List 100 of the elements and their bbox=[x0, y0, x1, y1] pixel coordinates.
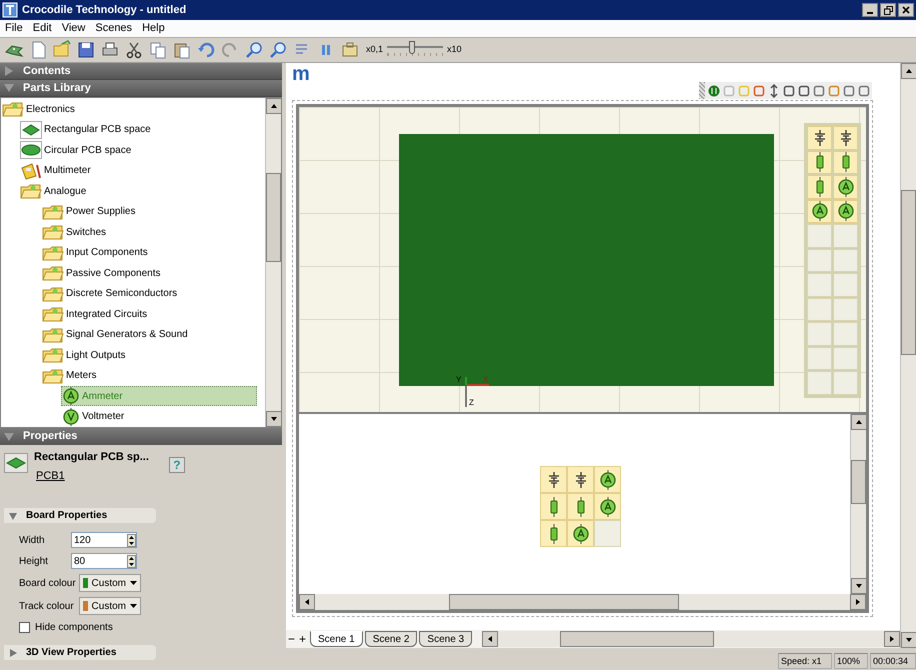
scroll-down-icon[interactable] bbox=[901, 632, 916, 648]
restore-button[interactable] bbox=[880, 3, 896, 17]
section-header[interactable]: Contents bbox=[0, 63, 282, 80]
tree-item[interactable]: Meters bbox=[41, 366, 101, 386]
resistor-icon bbox=[548, 496, 558, 516]
checkbox[interactable] bbox=[19, 622, 30, 633]
scrollbar[interactable] bbox=[265, 98, 281, 427]
scrollbar[interactable] bbox=[482, 631, 900, 647]
app-icon bbox=[2, 2, 18, 18]
tree-item[interactable]: Integrated Circuits bbox=[41, 304, 152, 324]
tool-button[interactable] bbox=[813, 84, 825, 98]
bin-slot[interactable] bbox=[807, 126, 832, 150]
toolbar-button[interactable] bbox=[76, 40, 96, 60]
bin-slot[interactable] bbox=[540, 466, 567, 493]
scene-tab[interactable]: Scene 1 bbox=[310, 631, 363, 647]
colour-dropdown[interactable]: Custom bbox=[79, 574, 141, 592]
tree-item[interactable]: Voltmeter bbox=[61, 406, 128, 427]
scroll-up-icon[interactable] bbox=[851, 414, 867, 430]
section-header[interactable]: Parts Library bbox=[0, 80, 282, 97]
canvas[interactable]: m Y X Z − + Scene 1 Scene 2 Scene 3 bbox=[286, 63, 900, 648]
menu-item[interactable]: Scenes bbox=[95, 20, 132, 37]
tree-item[interactable]: Signal Generators & Sound bbox=[41, 324, 192, 345]
scrollbar[interactable] bbox=[299, 594, 866, 610]
tool-button[interactable] bbox=[798, 84, 810, 98]
bin-slot[interactable] bbox=[833, 126, 858, 150]
scroll-right-icon[interactable] bbox=[850, 594, 866, 610]
tree-item[interactable]: Switches bbox=[41, 222, 110, 242]
bin-slot[interactable] bbox=[594, 493, 621, 520]
window-title: Crocodile Technology - untitled bbox=[22, 2, 188, 18]
tree-item[interactable]: Light Outputs bbox=[41, 345, 130, 366]
scene-tab[interactable]: Scene 2 bbox=[364, 631, 418, 647]
scroll-up-icon[interactable] bbox=[266, 98, 282, 114]
minimize-button[interactable] bbox=[862, 3, 878, 17]
tool-button[interactable] bbox=[843, 84, 855, 98]
scroll-left-icon[interactable] bbox=[299, 594, 315, 610]
tool-button[interactable] bbox=[858, 84, 870, 98]
scroll-thumb[interactable] bbox=[448, 594, 679, 610]
scene-control[interactable]: − bbox=[286, 633, 297, 645]
section-header[interactable]: 3D View Properties bbox=[4, 645, 156, 660]
menu-item[interactable]: Help bbox=[142, 20, 165, 37]
menu-item[interactable]: View bbox=[62, 20, 86, 37]
number-field[interactable]: 120 bbox=[71, 532, 137, 548]
tree-item[interactable]: Input Components bbox=[41, 242, 152, 263]
bin-slot[interactable] bbox=[567, 466, 594, 493]
scroll-thumb[interactable] bbox=[901, 190, 916, 356]
component-name: Rectangular PCB sp... bbox=[34, 450, 149, 465]
number-field[interactable]: 80 bbox=[71, 553, 137, 569]
scrollbar[interactable] bbox=[900, 63, 916, 648]
bin-slot[interactable] bbox=[540, 493, 567, 520]
menu-item[interactable]: Edit bbox=[32, 20, 52, 37]
scroll-down-icon[interactable] bbox=[851, 578, 867, 594]
menu-item[interactable]: File bbox=[5, 20, 23, 37]
tree-item[interactable]: Power Supplies bbox=[41, 202, 140, 222]
scroll-thumb[interactable] bbox=[560, 631, 714, 647]
slider-thumb[interactable] bbox=[409, 41, 416, 54]
scene-tab[interactable]: Scene 3 bbox=[419, 631, 472, 647]
bin-slot[interactable] bbox=[807, 200, 832, 223]
tool-button[interactable] bbox=[768, 84, 780, 98]
bin-slot[interactable] bbox=[540, 520, 567, 547]
tree-item[interactable]: Rectangular PCB space bbox=[19, 120, 155, 140]
scroll-up-icon[interactable] bbox=[901, 63, 916, 79]
bin-slot[interactable] bbox=[567, 493, 594, 520]
scrollbar[interactable] bbox=[850, 414, 866, 594]
scroll-left-icon[interactable] bbox=[482, 631, 498, 647]
component-id-link[interactable]: PCB1 bbox=[36, 468, 149, 484]
tool-button[interactable] bbox=[783, 84, 795, 98]
tree-item[interactable]: Analogue bbox=[19, 181, 90, 202]
toolbar-button[interactable] bbox=[268, 40, 288, 60]
tree-item[interactable]: Multimeter bbox=[19, 160, 95, 181]
scroll-thumb[interactable] bbox=[851, 460, 866, 504]
bin-slot[interactable] bbox=[833, 150, 858, 174]
bin-slot[interactable] bbox=[807, 150, 832, 174]
spin-arrows-icon[interactable] bbox=[127, 554, 136, 568]
toolbar-grip[interactable] bbox=[699, 82, 705, 99]
section-header[interactable]: Properties bbox=[0, 428, 282, 445]
tree-item[interactable]: Circular PCB space bbox=[19, 140, 136, 160]
status-pane: Speed: x1 bbox=[778, 653, 832, 669]
board-3d-view[interactable]: Y X Z bbox=[299, 107, 866, 412]
zoom-out-icon bbox=[268, 40, 288, 60]
speed-slider[interactable] bbox=[387, 41, 444, 59]
colour-dropdown[interactable]: Custom bbox=[79, 597, 141, 615]
scroll-right-icon[interactable] bbox=[884, 631, 900, 647]
bin-slot[interactable] bbox=[567, 520, 594, 547]
toolbar-button[interactable] bbox=[124, 40, 144, 60]
scroll-down-icon[interactable] bbox=[266, 411, 282, 427]
tree-item[interactable]: Passive Components bbox=[41, 263, 164, 284]
tool-button[interactable] bbox=[753, 84, 765, 98]
bin-slot[interactable] bbox=[807, 175, 832, 198]
bin-slot[interactable] bbox=[833, 200, 858, 223]
tool-button[interactable] bbox=[708, 84, 720, 98]
close-button[interactable] bbox=[898, 3, 914, 17]
scroll-thumb[interactable] bbox=[266, 173, 281, 262]
bin-slot[interactable] bbox=[594, 466, 621, 493]
section-header[interactable]: Board Properties bbox=[4, 508, 156, 523]
bin-slot[interactable] bbox=[833, 175, 858, 198]
tree-item[interactable]: Electronics bbox=[1, 99, 79, 120]
toolbar-button[interactable] bbox=[244, 40, 264, 60]
scene-control[interactable]: + bbox=[297, 633, 308, 645]
spin-arrows-icon[interactable] bbox=[127, 534, 136, 546]
tree-item[interactable]: Discrete Semiconductors bbox=[41, 284, 182, 304]
